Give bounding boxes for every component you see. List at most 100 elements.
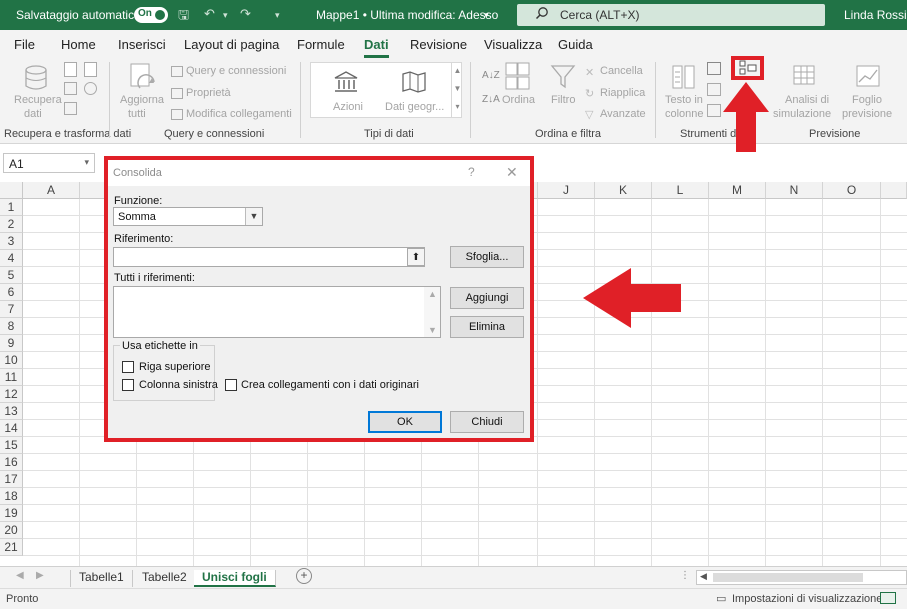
scroll-down-icon[interactable]: ▼ xyxy=(428,325,437,335)
column-header[interactable]: O xyxy=(823,182,881,199)
search-box[interactable]: Cerca (ALT+X) xyxy=(517,4,825,26)
tab-help[interactable]: Guida xyxy=(558,37,593,52)
column-header[interactable]: N xyxy=(766,182,823,199)
from-web-icon[interactable] xyxy=(84,62,97,77)
data-type-stocks[interactable]: Azioni xyxy=(333,101,363,113)
reapply[interactable]: Riapplica xyxy=(600,87,645,99)
properties[interactable]: Proprietà xyxy=(186,87,231,99)
consolidate-icon[interactable] xyxy=(739,60,757,76)
redo-icon[interactable]: ↷ xyxy=(240,6,251,22)
normal-view-icon[interactable] xyxy=(880,592,896,604)
column-header[interactable]: M xyxy=(709,182,766,199)
column-header[interactable]: A xyxy=(23,182,80,199)
sheet-tab-active[interactable]: Unisci fogli xyxy=(194,570,276,587)
column-header[interactable] xyxy=(881,182,907,199)
row-header[interactable]: 13 xyxy=(0,403,23,420)
ok-button[interactable]: OK xyxy=(368,411,442,433)
delete-button[interactable]: Elimina xyxy=(450,316,524,338)
forecast-sheet-label-1[interactable]: Foglio xyxy=(852,94,882,106)
row-header[interactable]: 20 xyxy=(0,522,23,539)
row-header[interactable]: 19 xyxy=(0,505,23,522)
save-icon[interactable]: 🖫 xyxy=(178,6,189,28)
tab-page-layout[interactable]: Layout di pagina xyxy=(184,37,279,52)
close-button[interactable]: Chiudi xyxy=(450,411,524,433)
forecast-sheet-label-2[interactable]: previsione xyxy=(842,108,892,120)
sheet-tab[interactable]: Tabelle2 xyxy=(134,570,196,587)
top-row-checkbox[interactable] xyxy=(122,361,134,373)
what-if-label-1[interactable]: Analisi di xyxy=(785,94,829,106)
clear-filter[interactable]: Cancella xyxy=(600,65,643,77)
row-header[interactable]: 18 xyxy=(0,488,23,505)
scroll-up-icon[interactable]: ▲ xyxy=(428,289,437,299)
filter-label[interactable]: Filtro xyxy=(551,94,575,106)
sort-label[interactable]: Ordina xyxy=(502,94,535,106)
scroll-left-icon[interactable]: ◀ xyxy=(700,571,707,582)
add-sheet-icon[interactable]: + xyxy=(296,568,312,584)
row-header[interactable]: 6 xyxy=(0,284,23,301)
undo-icon[interactable]: ↶ xyxy=(204,6,215,22)
display-settings[interactable]: Impostazioni di visualizzazione xyxy=(732,593,882,605)
browse-button[interactable]: Sfoglia... xyxy=(450,246,524,268)
tab-split-icon[interactable]: ⋮ xyxy=(680,570,690,581)
what-if-label-2[interactable]: simulazione xyxy=(773,108,831,120)
row-header[interactable]: 14 xyxy=(0,420,23,437)
customize-toolbar-icon[interactable]: ▾ xyxy=(275,10,280,21)
name-box[interactable]: A1 ▾ xyxy=(3,153,95,173)
from-table-icon[interactable] xyxy=(64,82,77,95)
row-header[interactable]: 11 xyxy=(0,369,23,386)
edit-links[interactable]: Modifica collegamenti xyxy=(186,108,292,120)
row-header[interactable]: 10 xyxy=(0,352,23,369)
document-title[interactable]: Mappe1 • Ultima modifica: Adesso xyxy=(316,8,498,22)
column-header[interactable]: K xyxy=(595,182,652,199)
tab-review[interactable]: Revisione xyxy=(410,37,467,52)
function-dropdown[interactable]: Somma ▼ xyxy=(113,207,263,226)
display-settings-icon[interactable]: ▭ xyxy=(716,592,726,605)
close-icon[interactable]: ✕ xyxy=(506,164,518,181)
tab-home[interactable]: Home xyxy=(61,37,96,52)
column-header[interactable]: L xyxy=(652,182,709,199)
data-validation-icon[interactable] xyxy=(707,104,721,117)
row-header[interactable]: 17 xyxy=(0,471,23,488)
collapse-dialog-icon[interactable]: ⬆ xyxy=(407,248,425,266)
add-button[interactable]: Aggiungi xyxy=(450,287,524,309)
sort-za-icon[interactable]: Z↓A xyxy=(482,94,500,105)
tab-view[interactable]: Visualizza xyxy=(484,37,542,52)
row-header[interactable]: 7 xyxy=(0,301,23,318)
refresh-all-label-1[interactable]: Aggiorna xyxy=(120,94,164,106)
select-all-corner[interactable] xyxy=(0,182,23,199)
row-header[interactable]: 9 xyxy=(0,335,23,352)
tab-data[interactable]: Dati xyxy=(364,37,389,58)
row-header[interactable]: 16 xyxy=(0,454,23,471)
scroll-sheets-right-icon[interactable]: ▶ xyxy=(36,570,44,581)
get-data-label-2[interactable]: dati xyxy=(24,108,42,120)
row-header[interactable]: 2 xyxy=(0,216,23,233)
text-to-columns-label-1[interactable]: Testo in xyxy=(665,94,703,106)
create-links-checkbox[interactable] xyxy=(225,379,237,391)
row-header[interactable]: 3 xyxy=(0,233,23,250)
gallery-scroll-icon[interactable]: ▲ ▼ ▾ xyxy=(451,62,463,118)
row-header[interactable]: 8 xyxy=(0,318,23,335)
row-header[interactable]: 12 xyxy=(0,386,23,403)
tab-file[interactable]: File xyxy=(14,37,35,52)
row-header[interactable]: 21 xyxy=(0,539,23,556)
existing-connections-icon[interactable] xyxy=(64,102,77,115)
row-header[interactable]: 4 xyxy=(0,250,23,267)
scroll-sheets-left-icon[interactable]: ◀ xyxy=(16,570,24,581)
advanced-filter[interactable]: Avanzate xyxy=(600,108,646,120)
autosave-toggle[interactable]: On xyxy=(134,7,168,23)
user-name[interactable]: Linda Rossi xyxy=(844,8,907,22)
row-header[interactable]: 15 xyxy=(0,437,23,454)
get-data-label-1[interactable]: Recupera xyxy=(14,94,62,106)
data-type-geography[interactable]: Dati geogr... xyxy=(385,101,444,113)
text-to-columns-label-2[interactable]: colonne xyxy=(665,108,704,120)
refresh-all-label-2[interactable]: tutti xyxy=(128,108,146,120)
sort-az-icon[interactable]: A↓Z xyxy=(482,70,500,81)
queries-connections[interactable]: Query e connessioni xyxy=(186,65,286,77)
help-icon[interactable]: ? xyxy=(468,165,475,179)
reference-input[interactable] xyxy=(113,247,425,267)
recent-sources-icon[interactable] xyxy=(84,82,97,95)
title-dropdown-icon[interactable]: ▾ xyxy=(484,10,489,21)
all-references-list[interactable]: ▲ ▼ xyxy=(113,286,441,338)
scroll-thumb[interactable] xyxy=(713,573,863,582)
sheet-tab[interactable]: Tabelle1 xyxy=(70,570,133,587)
